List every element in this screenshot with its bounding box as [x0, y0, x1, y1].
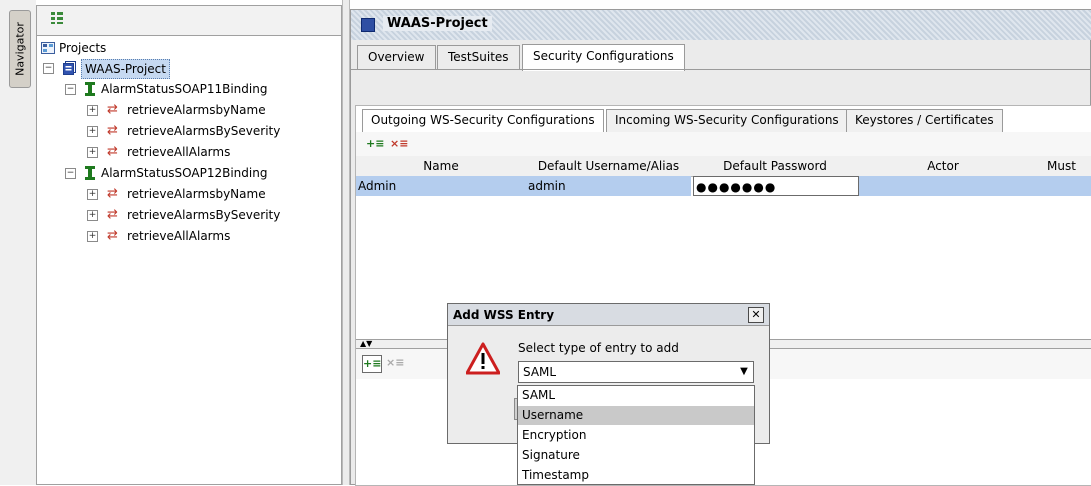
projects-icon	[41, 42, 55, 54]
navigator-tab-label: Navigator	[13, 22, 27, 76]
navigator-toolbar	[37, 6, 341, 36]
tabs-divider	[351, 69, 1091, 70]
navigator-tab[interactable]: Navigator	[9, 10, 31, 88]
entry-type-dropdown: SAML Username Encryption Signature Times…	[517, 385, 755, 485]
dialog-prompt: Select type of entry to add	[518, 341, 679, 355]
tree-label-operation: retrieveAllAlarms	[127, 145, 231, 159]
add-entry-icon[interactable]: +≡	[362, 355, 382, 373]
table-cell-username[interactable]: admin	[526, 176, 691, 196]
project-icon	[361, 18, 375, 32]
binding-icon	[85, 166, 95, 180]
operation-icon: ⇄	[107, 228, 118, 243]
tree-label-operation: retrieveAllAlarms	[127, 229, 231, 243]
tree-label-operation: retrieveAlarmsBySeverity	[127, 124, 281, 138]
remove-entry-icon[interactable]: ×≡	[390, 136, 408, 152]
expand-icon[interactable]: +	[87, 105, 98, 116]
option-encryption[interactable]: Encryption	[518, 426, 754, 445]
option-signature[interactable]: Signature	[518, 446, 754, 465]
project-panel-titlebar: WAAS-Project	[351, 10, 1091, 40]
tab-security-configurations[interactable]: Security Configurations	[522, 44, 685, 71]
operation-icon: ⇄	[107, 207, 118, 222]
table-cell-name[interactable]: Admin	[356, 176, 526, 196]
tree-label-project: WAAS-Project	[81, 59, 170, 79]
password-field[interactable]: ●●●●●●●	[693, 176, 859, 196]
add-entry-icon[interactable]: +≡	[366, 136, 384, 152]
operation-icon: ⇄	[107, 102, 118, 117]
operation-icon: ⇄	[107, 144, 118, 159]
tree-label-operation: retrieveAlarmsbyName	[127, 103, 266, 117]
column-header-actor[interactable]: Actor	[859, 156, 1028, 177]
chevron-down-icon[interactable]: ▼	[735, 362, 753, 382]
outgoing-toolbar: +≡ ×≡	[356, 132, 1091, 156]
dialog-title: Add WSS Entry	[448, 304, 769, 326]
close-icon[interactable]: ✕	[748, 307, 764, 323]
collapse-icon[interactable]: −	[65, 84, 76, 95]
tree-label-projects: Projects	[59, 41, 107, 55]
option-saml[interactable]: SAML	[518, 386, 754, 405]
expand-icon[interactable]: +	[87, 210, 98, 221]
tree-label-operation: retrieveAlarmsBySeverity	[127, 208, 281, 222]
tree-label-binding: AlarmStatusSOAP12Binding	[101, 166, 268, 180]
entry-type-selected-value: SAML	[523, 365, 557, 379]
table-cell-actor[interactable]	[859, 176, 1027, 196]
navigator-strip: Navigator	[0, 0, 36, 485]
tab-overview[interactable]: Overview	[357, 45, 436, 70]
operation-icon: ⇄	[107, 123, 118, 138]
project-icon	[63, 61, 76, 75]
binding-icon	[85, 82, 95, 96]
operation-icon: ⇄	[107, 186, 118, 201]
expand-icon[interactable]: +	[87, 189, 98, 200]
expand-icon[interactable]: +	[87, 147, 98, 158]
column-header-password[interactable]: Default Password	[691, 156, 860, 177]
collapse-all-icon[interactable]	[51, 12, 63, 24]
table-cell-must[interactable]	[1027, 176, 1091, 196]
column-header-name[interactable]: Name	[356, 156, 527, 177]
column-header-must[interactable]: Must	[1027, 156, 1091, 177]
option-username[interactable]: Username	[518, 406, 754, 425]
option-timestamp[interactable]: Timestamp	[518, 466, 754, 485]
panel-splitter[interactable]	[342, 0, 350, 485]
tree-item-project[interactable]: − WAAS-Project	[41, 59, 241, 79]
tree-label-operation: retrieveAlarmsbyName	[127, 187, 266, 201]
column-header-username[interactable]: Default Username/Alias	[526, 156, 692, 177]
remove-entry-icon: ×≡	[386, 356, 405, 369]
tab-keystores-certificates[interactable]: Keystores / Certificates	[846, 109, 1003, 132]
tab-outgoing-ws-security[interactable]: Outgoing WS-Security Configurations	[362, 109, 604, 132]
navigator-panel: Projects − WAAS-Project − AlarmStatusSOA…	[36, 5, 342, 485]
project-panel-title: WAAS-Project	[383, 16, 492, 31]
tab-testsuites[interactable]: TestSuites	[437, 45, 520, 70]
collapse-icon[interactable]: −	[65, 168, 76, 179]
tab-incoming-ws-security[interactable]: Incoming WS-Security Configurations	[606, 109, 848, 132]
tree-label-binding: AlarmStatusSOAP11Binding	[101, 82, 268, 96]
collapse-icon[interactable]: −	[43, 63, 54, 74]
entry-type-select[interactable]: SAML ▼	[518, 361, 754, 383]
warning-icon	[466, 342, 500, 375]
expand-icon[interactable]: +	[87, 231, 98, 242]
expand-icon[interactable]: +	[87, 126, 98, 137]
